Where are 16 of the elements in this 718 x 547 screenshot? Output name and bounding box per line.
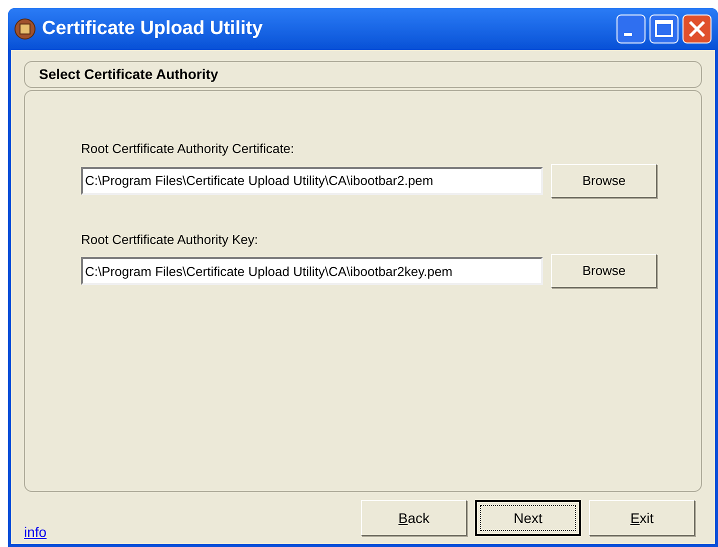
close-icon[interactable]	[682, 14, 712, 44]
section-title: Select Certificate Authority	[39, 65, 218, 84]
browse-button[interactable]: Browse	[551, 254, 657, 288]
path-field[interactable]: C:\Program Files\Certificate Upload Utility\CA\ibootbar2.pem	[81, 166, 543, 194]
nav-button[interactable]: Back	[361, 500, 467, 536]
info-link[interactable]: info	[24, 522, 47, 543]
nav-button[interactable]: Next	[475, 500, 581, 536]
maximize-icon[interactable]	[649, 14, 679, 44]
field-label: Root Certfificate Authority Key:	[81, 230, 260, 249]
window-title: Certificate Upload Utility	[42, 16, 264, 41]
app-icon	[14, 18, 36, 40]
field-label: Root Certfificate Authority Certificate:	[81, 140, 296, 158]
nav-button[interactable]: Exit	[589, 500, 695, 536]
path-field[interactable]: C:\Program Files\Certificate Upload Utility\CA\ibootbar2key.pem	[81, 257, 543, 285]
minimize-icon[interactable]	[616, 14, 646, 44]
browse-button[interactable]: Browse	[551, 164, 657, 198]
